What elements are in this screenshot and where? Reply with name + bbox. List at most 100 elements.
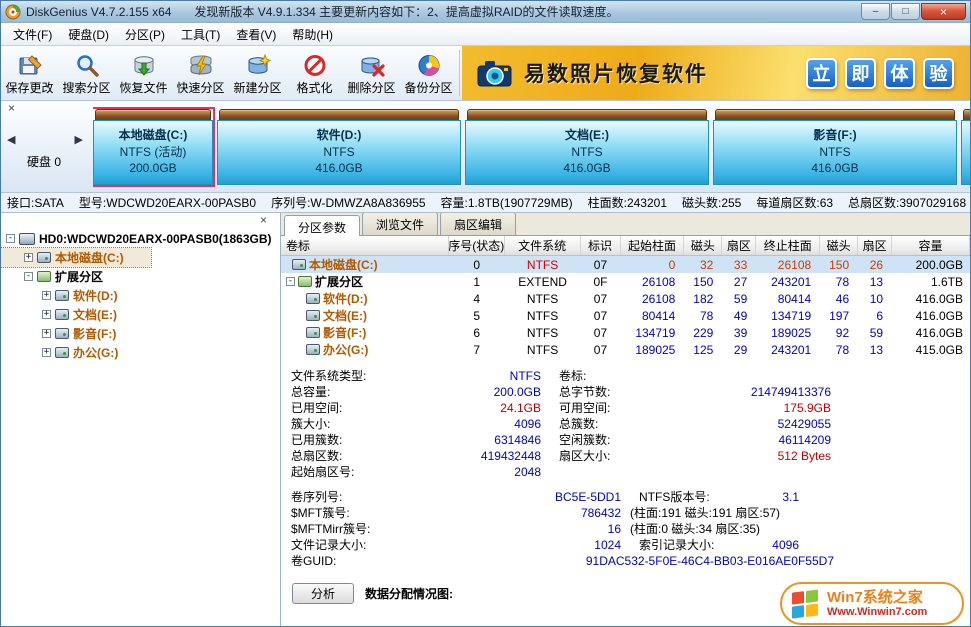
tree-item-e-drive[interactable]: + 文档(E:) xyxy=(1,305,280,324)
expander-icon[interactable]: + xyxy=(42,310,51,319)
cell-id: 07 xyxy=(581,341,621,358)
menu-tools[interactable]: 工具(T) xyxy=(173,23,228,46)
detail-row: 文件系统类型: NTFS 卷标: xyxy=(291,368,970,384)
save-changes-button[interactable]: 保存更改 xyxy=(1,46,58,100)
ad-banner[interactable]: 易数照片恢复软件 立 即 体 验 xyxy=(462,46,970,100)
menu-partition[interactable]: 分区(P) xyxy=(117,23,173,46)
header-end-sector: 扇区 xyxy=(858,236,892,255)
tab-sector-edit[interactable]: 扇区编辑 xyxy=(440,213,516,235)
tree-item-extended[interactable]: - 扩展分区 xyxy=(1,267,280,286)
partition-fs: NTFS xyxy=(819,144,850,161)
header-capacity: 容量 xyxy=(892,236,970,255)
recover-files-button[interactable]: 恢复文件 xyxy=(115,46,172,100)
disk-info-serial: 序列号:W-DMWZA8A836955 xyxy=(271,194,425,211)
cell-start-cylinder: 26108 xyxy=(620,290,684,307)
format-button[interactable]: 格式化 xyxy=(286,46,343,100)
menu-file[interactable]: 文件(F) xyxy=(5,23,60,46)
header-start-sector: 扇区 xyxy=(722,236,756,255)
partition-block-f[interactable]: 影音(F:) NTFS 416.0GB xyxy=(713,109,957,185)
table-row[interactable]: 影音(F:) 6 NTFS 07 134719 229 39 189025 92… xyxy=(281,324,970,341)
new-partition-button[interactable]: 新建分区 xyxy=(229,46,286,100)
detail-row: 卷GUID: 91DAC532-5F0E-46C4-BB03-E016AE0F5… xyxy=(291,553,970,569)
detail-label: 索引记录大小: xyxy=(639,537,737,553)
cell-end-cylinder: 26108 xyxy=(756,256,820,273)
expander-icon[interactable]: - xyxy=(286,277,295,286)
tab-browse-files[interactable]: 浏览文件 xyxy=(362,213,438,235)
tree-item-g-drive[interactable]: + 办公(G:) xyxy=(1,343,280,362)
expander-icon[interactable]: - xyxy=(24,272,33,281)
quick-partition-label: 快速分区 xyxy=(176,79,224,96)
menu-disk[interactable]: 硬盘(D) xyxy=(60,23,117,46)
table-row[interactable]: 办公(G:) 7 NTFS 07 189025 125 29 243201 78… xyxy=(281,341,970,358)
cell-capacity: 415.0GB xyxy=(892,341,970,358)
detail-value: 200.0GB xyxy=(409,384,541,400)
volume-label: 本地磁盘(C:) xyxy=(309,256,378,273)
menu-help[interactable]: 帮助(H) xyxy=(284,23,341,46)
cell-capacity: 416.0GB xyxy=(892,307,970,324)
camera-icon xyxy=(476,58,514,88)
backup-partition-button[interactable]: 备份分区 xyxy=(400,46,457,100)
expander-icon[interactable]: + xyxy=(24,253,33,262)
detail-label: 可用空间: xyxy=(559,400,679,416)
analyze-button[interactable]: 分析 xyxy=(292,583,354,604)
cell-start-head: 150 xyxy=(684,273,722,290)
expander-icon[interactable]: + xyxy=(42,329,51,338)
partition-fs: NTFS xyxy=(571,144,602,161)
tab-partition-params[interactable]: 分区参数 xyxy=(284,215,360,236)
table-row[interactable]: 软件(D:) 4 NTFS 07 26108 182 59 80414 46 1… xyxy=(281,290,970,307)
partition-block-d[interactable]: 软件(D:) NTFS 416.0GB xyxy=(217,109,461,185)
maximize-button[interactable]: □ xyxy=(891,3,920,20)
ad-title: 易数照片恢复软件 xyxy=(524,58,708,88)
tree-item-c-drive[interactable]: + 本地磁盘(C:) xyxy=(1,248,151,267)
cell-capacity: 416.0GB xyxy=(892,290,970,307)
detail-label: 总字节数: xyxy=(559,384,679,400)
partition-body: 本地磁盘(C:) NTFS (活动) 200.0GB xyxy=(93,120,213,185)
partition-cap xyxy=(715,109,955,120)
cell-end-head: 78 xyxy=(820,341,858,358)
ad-cta-tile[interactable]: 立 xyxy=(806,58,837,89)
detail-row: $MFTMirr簇号: 16 (柱面:0 磁头:34 扇区:35) xyxy=(291,521,970,537)
expander-icon[interactable]: + xyxy=(42,348,51,357)
table-row[interactable]: -扩展分区 1 EXTEND 0F 26108 150 27 243201 78… xyxy=(281,273,970,290)
ad-cta-tile[interactable]: 体 xyxy=(884,58,915,89)
table-row[interactable]: 文档(E:) 5 NTFS 07 80414 78 49 134719 197 … xyxy=(281,307,970,324)
delete-partition-label: 删除分区 xyxy=(347,79,395,96)
cell-volume: 本地磁盘(C:) xyxy=(281,256,449,273)
cell-start-sector: 33 xyxy=(722,256,756,273)
ad-cta-tile[interactable]: 验 xyxy=(923,58,954,89)
quick-partition-button[interactable]: 快速分区 xyxy=(172,46,229,100)
panel-close-icon[interactable]: × xyxy=(5,103,18,116)
partition-block-e[interactable]: 文档(E:) NTFS 416.0GB xyxy=(465,109,709,185)
recover-files-label: 恢复文件 xyxy=(119,79,167,96)
partition-size: 416.0GB xyxy=(563,160,610,177)
cell-filesystem: NTFS xyxy=(505,307,581,324)
cell-volume: -扩展分区 xyxy=(281,273,449,290)
cell-volume: 文档(E:) xyxy=(281,307,449,324)
drive-icon xyxy=(37,252,51,263)
disk-info-interface: 接口:SATA xyxy=(7,194,64,211)
tree-item-d-drive[interactable]: + 软件(D:) xyxy=(1,286,280,305)
expander-icon[interactable]: - xyxy=(6,234,15,243)
tree-item-f-drive[interactable]: + 影音(F:) xyxy=(1,324,280,343)
next-disk-arrow-icon[interactable]: ▶ xyxy=(75,133,83,146)
search-partition-button[interactable]: 搜索分区 xyxy=(58,46,115,100)
prev-disk-arrow-icon[interactable]: ◀ xyxy=(7,133,15,146)
table-row[interactable]: 本地磁盘(C:) 0 NTFS 07 0 32 33 26108 150 26 … xyxy=(281,256,970,273)
detail-row: 起始扇区号: 2048 xyxy=(291,464,970,480)
ad-cta-tile[interactable]: 即 xyxy=(845,58,876,89)
menu-view[interactable]: 查看(V) xyxy=(228,23,284,46)
partition-body: 软件(D:) NTFS 416.0GB xyxy=(217,120,461,185)
close-button[interactable]: × xyxy=(921,3,966,20)
partition-table: 卷标 序号(状态) 文件系统 标识 起始柱面 磁头 扇区 终止柱面 磁头 扇区 … xyxy=(281,236,970,358)
partition-block-c[interactable]: 本地磁盘(C:) NTFS (活动) 200.0GB xyxy=(93,109,213,185)
hard-disk-icon xyxy=(19,233,35,245)
cell-end-sector: 13 xyxy=(858,273,892,290)
partition-block-partial[interactable] xyxy=(961,109,970,185)
delete-partition-button[interactable]: 删除分区 xyxy=(343,46,400,100)
quick-partition-icon xyxy=(188,53,214,78)
minimize-button[interactable]: – xyxy=(861,3,890,20)
tree-item-disk[interactable]: - HD0:WDCWD20EARX-00PASB0(1863GB) xyxy=(1,229,280,248)
expander-icon[interactable]: + xyxy=(42,291,51,300)
tree-close-icon[interactable]: × xyxy=(257,215,270,228)
titlebar: DiskGenius V4.7.2.155 x64 发现新版本 V4.9.1.3… xyxy=(1,1,970,23)
